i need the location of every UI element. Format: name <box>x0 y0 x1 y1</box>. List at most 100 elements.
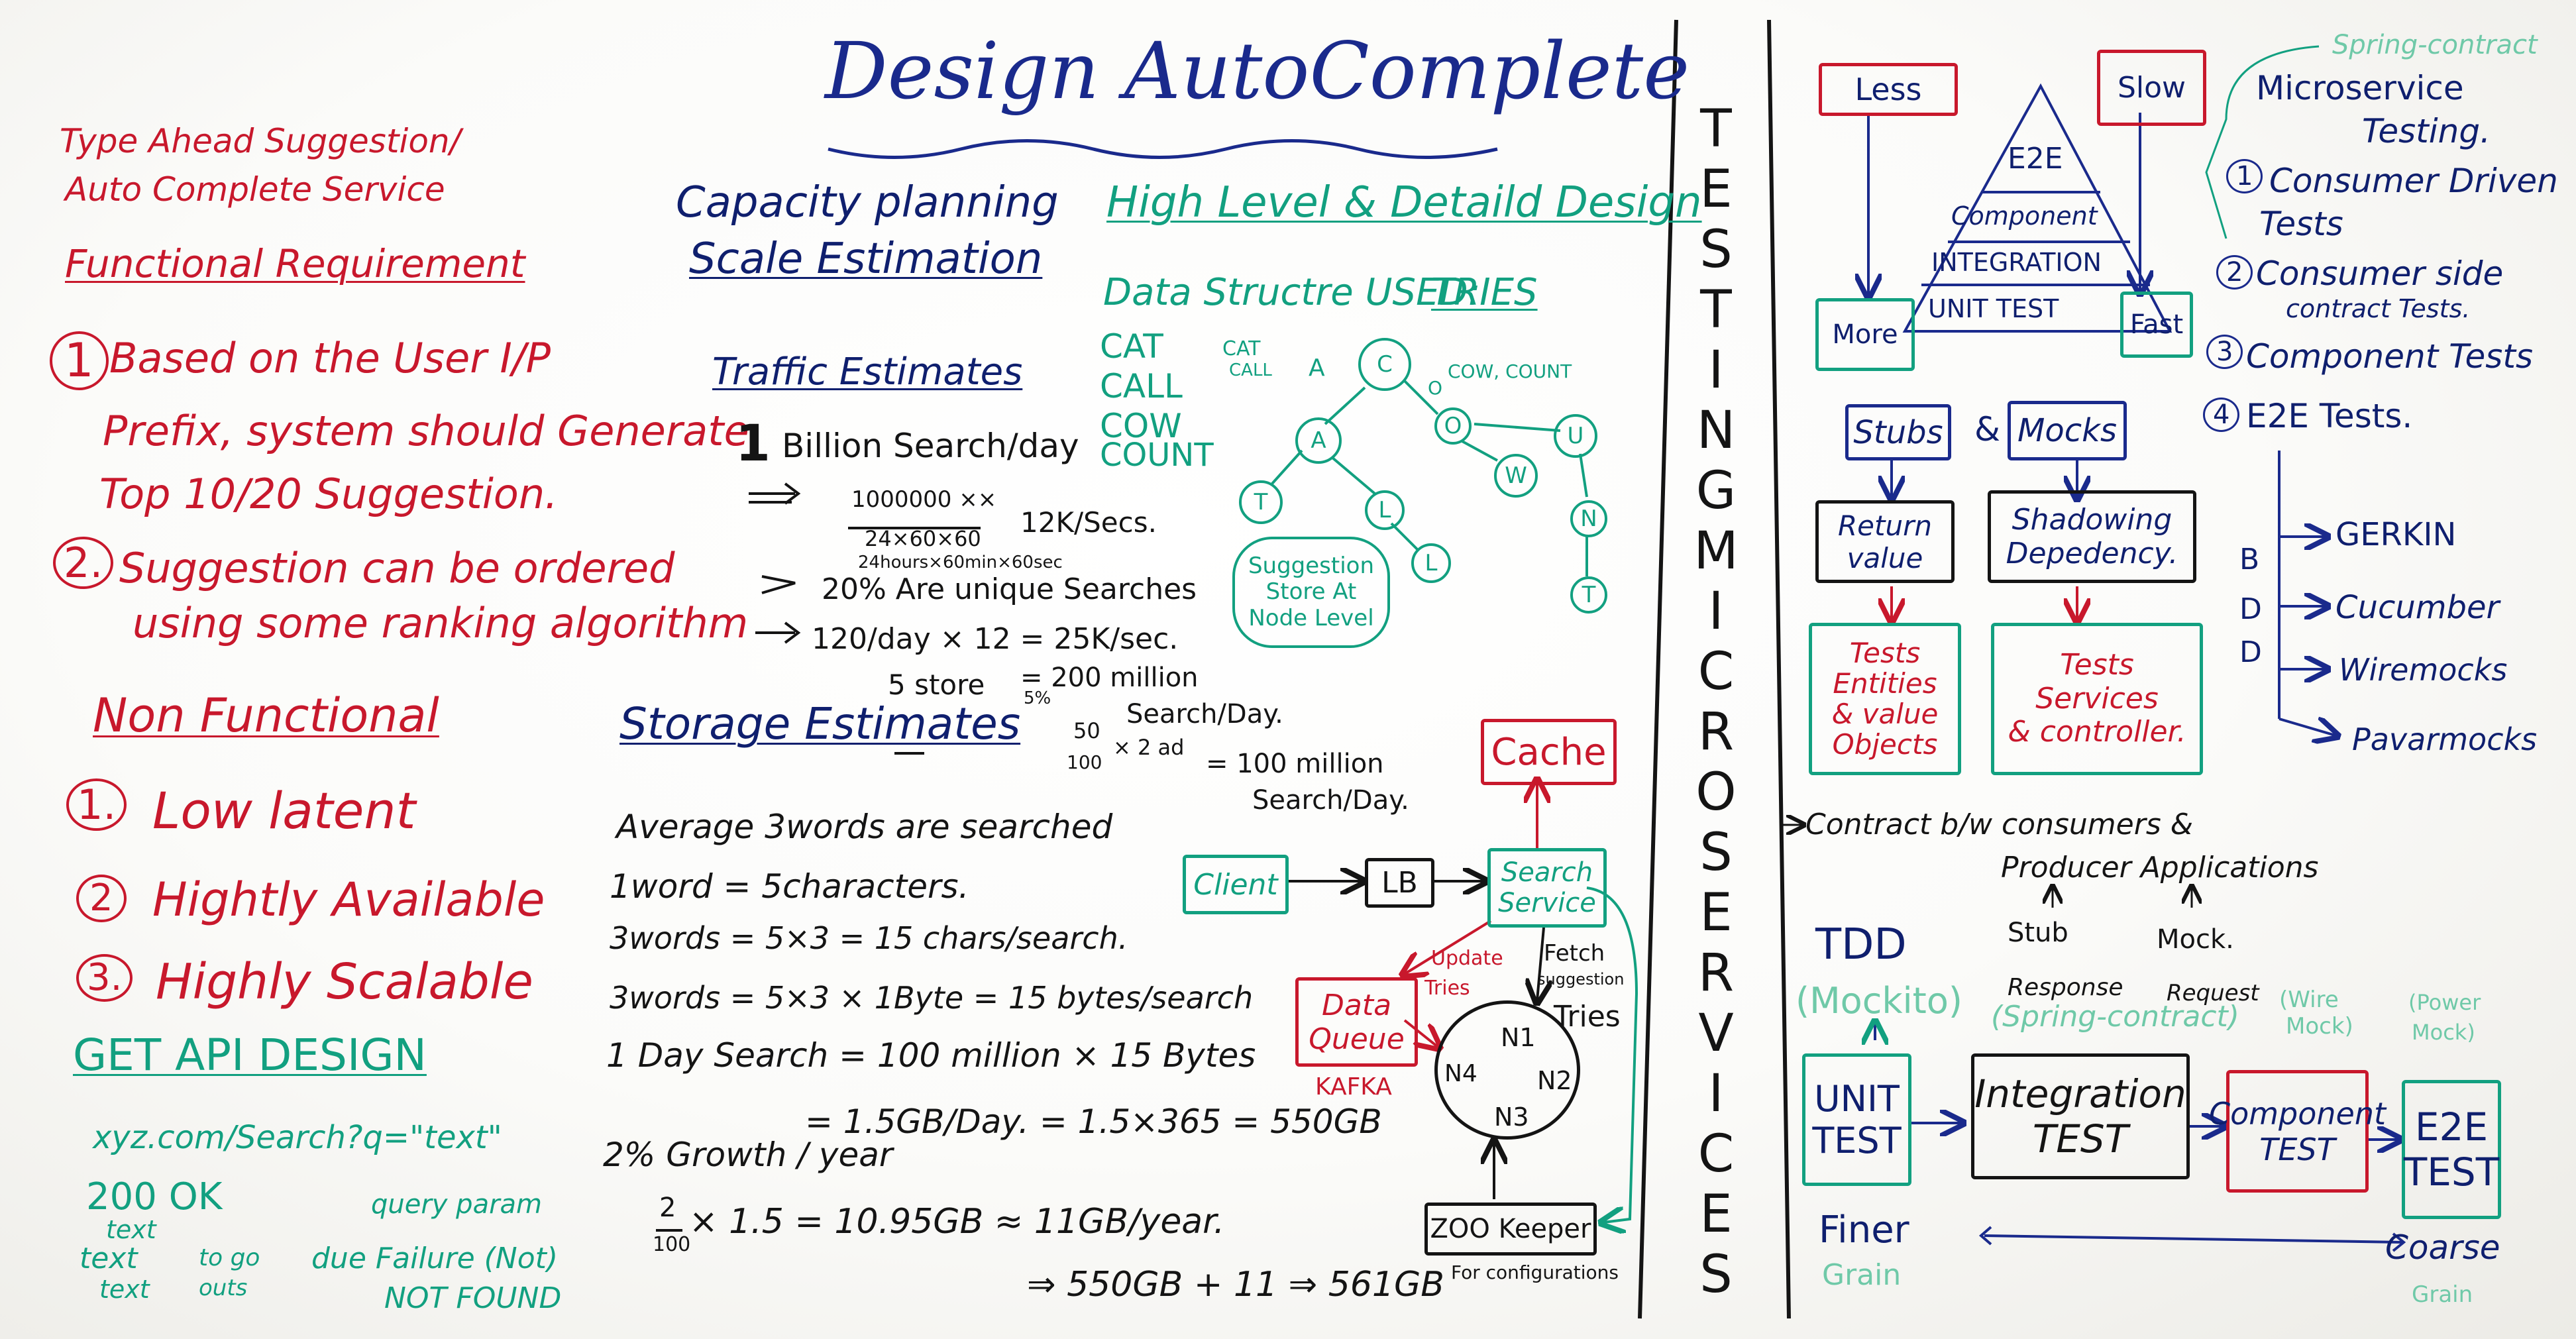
functional-2-num: 2. <box>53 537 114 590</box>
stage-integration-test: Integration TEST <box>1971 1053 2190 1179</box>
stage-unit-test: UNIT TEST <box>1802 1053 1911 1186</box>
tdd-label: TDD <box>1815 920 1907 969</box>
zookeeper-box: ZOO Keeper <box>1424 1203 1597 1256</box>
data-queue-line2: Queue <box>1309 1022 1405 1056</box>
store-result-line1: = 200 million <box>1020 663 1199 693</box>
stub-tests-line4: Objects <box>1832 728 1938 761</box>
trie-node-o: O <box>1434 407 1472 445</box>
ms-testing-line2: Testing. <box>2362 112 2491 150</box>
edge-a-label: A <box>1309 354 1325 382</box>
pyramid-e2e: E2E <box>2008 142 2063 176</box>
api-url: xyz.com/Search?q="text" <box>93 1119 502 1156</box>
traffic-billion-num: 1 <box>735 413 771 472</box>
traffic-denominator: 24×60×60 <box>865 526 981 551</box>
ms-list-2-line2: contract Tests. <box>2286 294 2471 323</box>
api-query-param: query param <box>371 1189 543 1220</box>
fetch-line2: suggestion <box>1537 970 1625 989</box>
cluster-node-n3: N3 <box>1494 1102 1529 1132</box>
producer-line: Producer Applications <box>2001 851 2319 884</box>
bdd-letter-d1: D <box>2239 592 2262 626</box>
storage-line-2: 1word = 5characters. <box>610 867 969 906</box>
lb-box: LB <box>1365 858 1434 908</box>
mock-tests-line1: Tests <box>2060 648 2134 682</box>
trie-node-l2: L <box>1411 543 1451 583</box>
stage-e2e-line1: E2E <box>2414 1104 2489 1150</box>
stage-e2e-test: E2E TEST <box>2402 1080 2501 1219</box>
suggestion-note-line1: Suggestion <box>1248 553 1375 580</box>
shadowing-line1: Shadowing <box>2012 503 2173 537</box>
return-value-line2: value <box>1847 541 1923 574</box>
pyramid-unit: UNIT TEST <box>1928 294 2059 323</box>
stage-unit-line1: UNIT <box>1814 1078 1900 1120</box>
fraction-num: 50 <box>1073 718 1100 743</box>
capacity-header-line2: Scale Estimation <box>689 235 1043 284</box>
page-title: Design AutoComplete <box>825 25 1690 117</box>
spring-contract-2: (Spring-contract) <box>1991 1000 2239 1034</box>
less-box: Less <box>1819 63 1958 116</box>
traffic-header: Traffic Estimates <box>712 350 1023 394</box>
ms-list-4-num: 4 <box>2203 398 2240 432</box>
stage-component-line2: TEST <box>2259 1131 2335 1167</box>
update-tries-line1: Update <box>1431 947 1503 970</box>
annot-cat: CAT <box>1222 337 1261 360</box>
stage-component-line1: Component <box>2208 1095 2387 1132</box>
storage-line-4: 3words = 5×3 × 1Byte = 15 bytes/search <box>610 980 1254 1016</box>
trie-node-n: N <box>1570 500 1607 537</box>
trie-node-u: U <box>1554 414 1597 458</box>
contract-line: Contract b/w consumers & <box>1805 808 2194 841</box>
stub-tests-line2: Entities <box>1833 667 1937 700</box>
data-structure-label: Data Structre USED: <box>1103 271 1481 314</box>
mock-tests-line2: Services <box>2035 681 2159 716</box>
storage-header: Storage Estimates <box>619 698 1021 749</box>
design-header: High Level & Detaild Design <box>1106 178 1702 227</box>
trie-node-w: W <box>1494 454 1538 498</box>
trie-node-l1: L <box>1365 490 1405 530</box>
trie-node-t: T <box>1239 480 1283 524</box>
data-structure-value: TRIES <box>1431 271 1538 314</box>
mock-tests-line3: & controller. <box>2008 715 2186 749</box>
api-ok: 200 OK <box>86 1175 223 1218</box>
data-queue-box: Data Queue <box>1295 977 1418 1067</box>
fraction-result-line2: Search/Day. <box>1252 785 1409 816</box>
nf-2-num: 2 <box>76 875 127 923</box>
divider-title: TESTING MICROSERVICES <box>1693 99 1739 1305</box>
growth-frac-den: 100 <box>653 1233 691 1256</box>
suggestion-note-line3: Node Level <box>1248 604 1374 631</box>
fraction-den: 100 <box>1067 751 1102 773</box>
search-service-line2: Service <box>1498 888 1596 918</box>
bdd-letter-b: B <box>2239 543 2260 576</box>
divider-right <box>1767 19 1791 1319</box>
mock-label: Mock. <box>2157 924 2234 955</box>
stage-integration-line1: Integration <box>1974 1071 2186 1116</box>
unique-searches: 20% Are unique Searches <box>822 572 1197 606</box>
ms-list-4-line1: E2E Tests. <box>2246 397 2413 435</box>
api-not-found: NOT FOUND <box>384 1281 562 1315</box>
cluster-node-n2: N2 <box>1537 1066 1572 1095</box>
whiteboard: Design AutoComplete Type Ahead Suggestio… <box>0 0 2576 1339</box>
bdd-tool-4: Pavarmocks <box>2352 722 2538 757</box>
spring-contract-label: Spring-contract <box>2332 30 2538 60</box>
ms-list-1-line2: Tests <box>2259 205 2343 243</box>
coarse-grain: Grain <box>2412 1281 2473 1308</box>
api-line-3: text <box>99 1275 150 1304</box>
more-box: More <box>1815 298 1915 371</box>
functional-header: Functional Requirement <box>65 241 525 286</box>
bdd-tool-2: Cucumber <box>2335 589 2500 626</box>
trie-node-c: C <box>1358 338 1411 391</box>
functional-1-line2: Prefix, system should Generate <box>103 407 749 455</box>
stub-tests-line3: & value <box>1831 698 1939 730</box>
api-outs: outs <box>199 1275 248 1301</box>
api-line-2: text <box>80 1242 138 1275</box>
api-header: GET API DESIGN <box>73 1030 427 1081</box>
traffic-denominator-units: 24hours×60min×60sec <box>858 553 1063 572</box>
storage-line-3: 3words = 5×3 = 15 chars/search. <box>610 920 1128 956</box>
stage-e2e-line2: TEST <box>2403 1150 2500 1195</box>
client-box: Client <box>1183 855 1289 914</box>
search-service-box: Search Service <box>1487 848 1607 928</box>
trie-node-a: A <box>1295 417 1342 464</box>
growth-calc: × 1.5 = 10.95GB ≈ 11GB/year. <box>689 1202 1225 1242</box>
stub-tests-line1: Tests <box>1849 636 1921 669</box>
search-service-line1: Search <box>1501 857 1593 888</box>
mockito-label: (Mockito) <box>1796 980 1962 1022</box>
shadowing-box: Shadowing Depedency. <box>1988 490 2196 583</box>
